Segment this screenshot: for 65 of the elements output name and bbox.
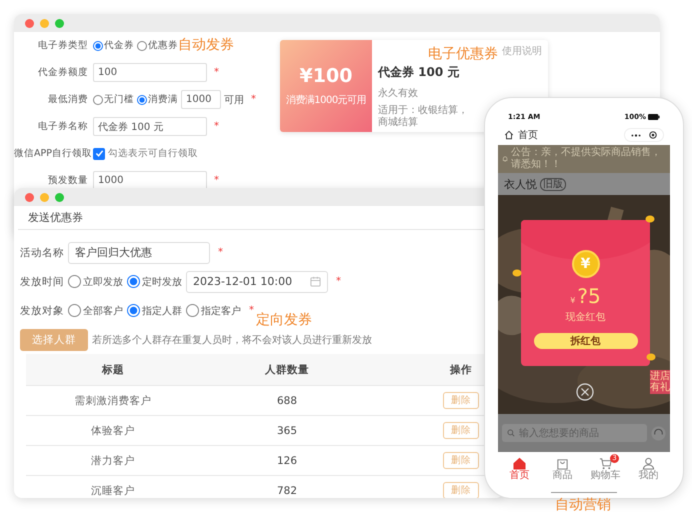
packet-label: 现金红包 xyxy=(566,311,606,324)
yuan-coin-icon: ¥ xyxy=(572,250,600,278)
table-cell-text: 沉睡客户 xyxy=(90,484,136,498)
required-mark: * xyxy=(214,67,219,78)
table-cell-text: 体验客户 xyxy=(90,424,136,438)
radio-option[interactable]: 全部客户 xyxy=(68,304,123,318)
checkbox-label: 勾选表示可自行领取 xyxy=(108,147,198,160)
open-packet-button[interactable]: 拆红包 xyxy=(534,333,638,349)
page-title: 首页 xyxy=(518,129,539,142)
radio-option[interactable]: 无门槛 xyxy=(93,93,134,106)
radio-option[interactable]: 立即发放 xyxy=(68,274,123,288)
field-label: 活动名称 xyxy=(20,246,64,260)
required-mark: * xyxy=(214,175,219,186)
required-mark: * xyxy=(251,94,256,105)
tab-item[interactable]: 首页 xyxy=(498,452,541,485)
required-mark: * xyxy=(249,305,254,316)
store-tag: 旧版 xyxy=(540,178,566,190)
radio-option[interactable]: 指定人群 xyxy=(127,304,182,318)
hint-text: 若所选多个人群存在重复人员时，将不会对该人员进行重新发放 xyxy=(92,334,372,346)
field-label: 最低消费 xyxy=(47,93,88,106)
input-field[interactable]: 1000 xyxy=(181,90,221,109)
required-mark: * xyxy=(218,247,223,258)
currency-sign: ¥ xyxy=(570,296,576,305)
caption: 电子优惠券 xyxy=(428,45,498,63)
field-label: 代金券额度 xyxy=(37,66,88,79)
caption: 定向发券 xyxy=(256,311,312,329)
table-cell-text: 126 xyxy=(276,454,298,466)
column-header: 操作 xyxy=(448,362,473,376)
coupon-title: 代金券 100 元 xyxy=(378,64,460,81)
table-cell-text: 782 xyxy=(276,484,298,496)
radio-option[interactable]: 优惠券 xyxy=(137,39,178,52)
coupon-validity: 永久有效 xyxy=(378,86,419,100)
field-label: 电子券类型 xyxy=(37,39,88,52)
caption: 自动营销 xyxy=(555,496,611,514)
required-mark: * xyxy=(214,121,219,132)
packet-amount: ?5 xyxy=(577,286,601,306)
radio-option[interactable]: 指定客户 xyxy=(186,304,241,318)
coupon-amount: ¥100 xyxy=(300,65,352,87)
column-header: 人群数量 xyxy=(264,362,310,376)
field-label: 电子券名称 xyxy=(37,120,88,133)
radio-option[interactable]: 消费满 xyxy=(137,93,178,106)
field-label: 发放对象 xyxy=(20,304,64,318)
date-field[interactable]: 2023-12-01 10:00 xyxy=(186,270,328,292)
input-field[interactable]: 代金券 100 元 xyxy=(93,117,207,136)
radio-option[interactable]: 代金券 xyxy=(93,39,134,52)
input-field[interactable]: 100 xyxy=(93,63,207,82)
table-cell-text: 潜力客户 xyxy=(90,454,136,468)
table-cell-text: 688 xyxy=(276,394,298,406)
field-label: 发放时间 xyxy=(20,274,64,288)
field-label: 预发数量 xyxy=(47,174,88,187)
unit-label: 可用 xyxy=(224,94,244,106)
table-cell-text: 需刺激消费客户 xyxy=(74,394,152,408)
coupon-condition: 消费满1000元可用 xyxy=(286,94,366,107)
column-header: 标题 xyxy=(100,362,125,376)
table-cell-text: 365 xyxy=(276,424,298,436)
window-heading: 发送优惠券 xyxy=(28,210,83,225)
input-field[interactable]: 客户回归大优惠 xyxy=(68,242,210,264)
coupon-scope: 适用于：收银结算，商城结算 xyxy=(378,105,469,129)
notice-text: 公告：亲，不提供实际商品销售，请悉知！！ xyxy=(511,147,662,171)
tab-item[interactable]: 我的 xyxy=(627,452,670,485)
radio-option[interactable]: 定时发放 xyxy=(127,274,182,288)
tab-item[interactable]: 商品 xyxy=(541,452,584,485)
caption: 自动发券 xyxy=(178,36,234,54)
required-mark: * xyxy=(336,276,341,287)
store-name: 衣人悦 xyxy=(504,176,537,192)
